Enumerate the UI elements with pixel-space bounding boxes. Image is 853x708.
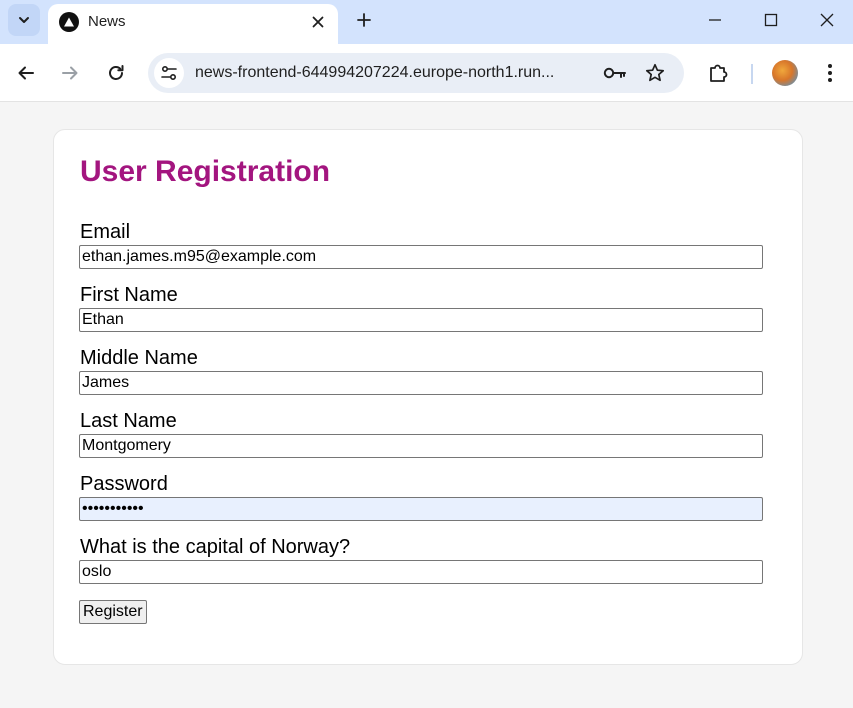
plus-icon bbox=[357, 13, 371, 27]
forward-button[interactable] bbox=[54, 57, 86, 89]
password-label: Password bbox=[80, 473, 168, 495]
last-name-field[interactable] bbox=[79, 434, 763, 458]
email-label: Email bbox=[80, 221, 131, 243]
minimize-button[interactable] bbox=[687, 0, 743, 40]
more-vert-icon bbox=[828, 64, 832, 82]
extensions-button[interactable] bbox=[703, 57, 735, 89]
password-field[interactable] bbox=[79, 497, 763, 521]
middle-name-field[interactable] bbox=[79, 371, 763, 395]
tune-icon bbox=[161, 65, 177, 81]
bookmark-button[interactable] bbox=[642, 61, 668, 85]
new-tab-button[interactable] bbox=[350, 6, 378, 34]
active-tab[interactable]: News bbox=[48, 4, 338, 44]
arrow-left-icon bbox=[18, 66, 34, 80]
arrow-right-icon bbox=[62, 66, 78, 80]
close-icon bbox=[820, 13, 834, 27]
reload-button[interactable] bbox=[100, 57, 132, 89]
avatar[interactable] bbox=[772, 60, 798, 86]
star-icon bbox=[645, 63, 665, 82]
register-button[interactable]: Register bbox=[79, 600, 147, 624]
tab-title: News bbox=[88, 13, 126, 30]
first-name-field[interactable] bbox=[79, 308, 763, 332]
email-field[interactable] bbox=[79, 245, 763, 269]
tab-strip: News bbox=[0, 0, 853, 44]
tab-search-button[interactable] bbox=[8, 4, 40, 36]
page-title: User Registration bbox=[80, 155, 331, 188]
browser-menu-button[interactable] bbox=[814, 57, 846, 89]
site-info-button[interactable] bbox=[154, 58, 184, 88]
address-bar[interactable]: news-frontend-644994207224.europe-north1… bbox=[148, 53, 684, 93]
triangle-logo-icon bbox=[59, 12, 79, 32]
security-answer-field[interactable] bbox=[79, 560, 763, 584]
close-icon bbox=[312, 16, 324, 28]
first-name-label: First Name bbox=[80, 284, 178, 306]
toolbar-divider bbox=[751, 64, 753, 84]
browser-toolbar: news-frontend-644994207224.europe-north1… bbox=[0, 44, 853, 102]
chevron-down-icon bbox=[19, 17, 29, 23]
middle-name-label: Middle Name bbox=[80, 347, 198, 369]
puzzle-icon bbox=[710, 64, 728, 82]
maximize-button[interactable] bbox=[743, 0, 799, 40]
back-button[interactable] bbox=[10, 57, 42, 89]
password-key-button[interactable] bbox=[602, 61, 628, 85]
security-question-label: What is the capital of Norway? bbox=[80, 536, 351, 558]
tab-close-button[interactable] bbox=[306, 10, 330, 34]
last-name-label: Last Name bbox=[80, 410, 177, 432]
reload-icon bbox=[109, 65, 124, 80]
registration-card: User Registration Email First Name Middl… bbox=[53, 129, 803, 665]
maximize-icon bbox=[764, 13, 778, 27]
key-icon bbox=[603, 67, 626, 79]
minimize-icon bbox=[709, 19, 721, 21]
close-window-button[interactable] bbox=[799, 0, 853, 40]
url-text: news-frontend-644994207224.europe-north1… bbox=[195, 64, 555, 81]
